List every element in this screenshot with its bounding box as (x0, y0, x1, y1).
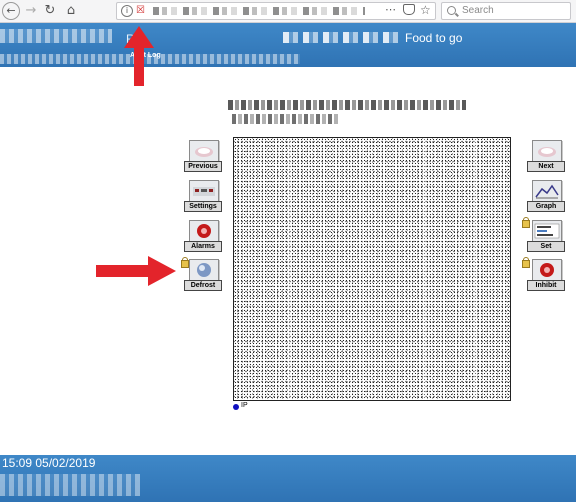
next-thumbnail-icon (532, 140, 562, 162)
url-text-redacted (153, 7, 365, 15)
previous-button[interactable]: Previous (184, 140, 222, 174)
page-header: R Food to go (0, 23, 576, 67)
inhibit-button[interactable]: Inhibit (527, 259, 565, 293)
defrost-icon (189, 259, 219, 281)
info-icon[interactable]: i (121, 5, 133, 17)
blocked-content-icon[interactable]: ☒ (136, 5, 147, 16)
search-placeholder: Search (462, 5, 494, 16)
footer-text-redacted (0, 474, 140, 496)
set-label: Set (527, 241, 565, 252)
page-subtitle-redacted (232, 114, 340, 124)
page-title-redacted (228, 100, 466, 110)
settings-label: Settings (184, 201, 222, 212)
previous-label: Previous (184, 161, 222, 172)
legend-label: IP (241, 402, 248, 409)
back-arrow-icon[interactable]: ← (2, 2, 20, 20)
alarms-label: Alarms (184, 241, 222, 252)
previous-thumbnail-icon (189, 140, 219, 162)
set-button[interactable]: Set (527, 220, 565, 254)
graph-icon (532, 180, 562, 202)
site-title: Food to go (405, 31, 463, 45)
settings-thumbnail-icon (189, 180, 219, 202)
next-label: Next (527, 161, 565, 172)
defrost-label: Defrost (184, 280, 222, 291)
inhibit-icon (532, 259, 562, 281)
inhibit-label: Inhibit (527, 280, 565, 291)
annotation-arrow-right-icon (96, 256, 176, 286)
graph-button[interactable]: Graph (527, 180, 565, 214)
search-icon (447, 6, 456, 15)
page-actions-icon[interactable]: ⋯ (385, 3, 397, 16)
graph-label: Graph (527, 201, 565, 212)
browser-toolbar: ← → ↻ ⌂ i ☒ ⋯ ☆ Search (0, 0, 576, 23)
logo-redacted (0, 29, 112, 43)
url-bar[interactable]: i ☒ ⋯ ☆ (116, 2, 436, 20)
bookmark-star-icon[interactable]: ☆ (420, 3, 431, 17)
setpoint-icon (532, 220, 562, 242)
reload-icon[interactable]: ↻ (41, 2, 59, 20)
forward-arrow-icon[interactable]: → (22, 2, 40, 20)
annotation-arrow-up-icon (124, 26, 154, 86)
pocket-icon[interactable] (403, 4, 415, 15)
alarms-button[interactable]: Alarms (184, 220, 222, 254)
search-input[interactable]: Search (441, 2, 571, 20)
home-icon[interactable]: ⌂ (62, 2, 80, 20)
next-button[interactable]: Next (527, 140, 565, 174)
defrost-button[interactable]: Defrost (184, 259, 222, 293)
footer-timestamp: 15:09 05/02/2019 (2, 456, 96, 470)
site-plan-image-redacted[interactable] (233, 137, 511, 401)
settings-button[interactable]: Settings (184, 180, 222, 214)
page-footer: 15:09 05/02/2019 (0, 455, 576, 502)
alarm-bell-icon (189, 220, 219, 242)
status-dot-icon (233, 404, 239, 410)
site-name-redacted (283, 32, 399, 43)
